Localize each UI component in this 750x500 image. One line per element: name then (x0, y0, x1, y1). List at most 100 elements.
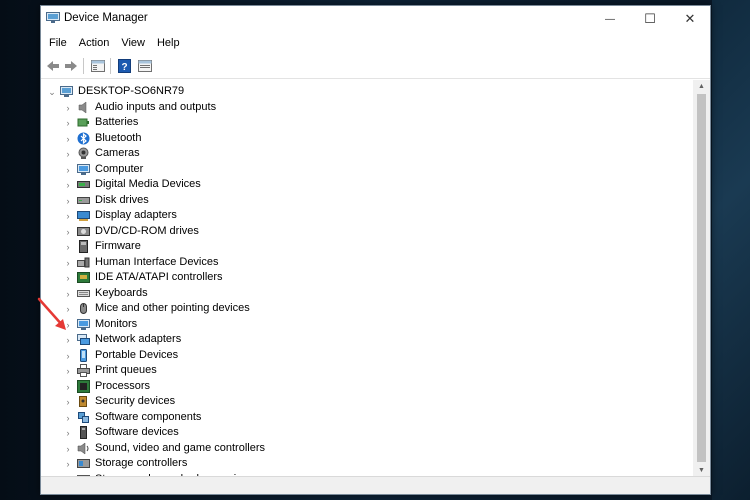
bluetooth-icon (77, 132, 90, 145)
window-title: Device Manager (64, 12, 148, 24)
tree-node-label: Sound, video and game controllers (95, 441, 265, 454)
tree-category-node[interactable]: › Disk drives (41, 193, 681, 209)
device-tree[interactable]: ⌄ DESKTOP-SO6NR79 › Audio inputs and output… (41, 80, 693, 476)
tree-node-label: Print queues (95, 364, 157, 376)
tree-category-node[interactable]: › Portable Devices (41, 348, 681, 364)
toolbar-separator (83, 58, 84, 74)
tree-node-label: Monitors (95, 317, 138, 330)
tree-node-label: Firmware (95, 240, 141, 252)
chevron-right-icon[interactable]: › (63, 397, 73, 407)
tree-category-node[interactable]: › IDE ATA/ATAPI controllers (41, 270, 681, 286)
menu-file[interactable]: File (43, 34, 73, 52)
dvd-icon (77, 225, 90, 238)
maximize-icon: ☐ (644, 11, 656, 26)
tree-category-node[interactable]: › Sound, video and game controllers (41, 441, 681, 457)
chevron-right-icon[interactable]: › (63, 382, 73, 392)
device-manager-app-icon (46, 12, 60, 23)
tree-category-node[interactable]: › Network adapters (41, 332, 681, 348)
close-icon: ✕ (684, 11, 696, 26)
tree-category-node[interactable]: › Mice and other pointing devices (41, 301, 681, 317)
tree-node-label: Keyboards (95, 286, 148, 299)
forward-icon[interactable] (63, 58, 79, 74)
scroll-down-icon[interactable]: ▼ (693, 464, 710, 476)
status-bar (41, 476, 710, 494)
menu-action[interactable]: Action (73, 34, 116, 52)
chevron-right-icon[interactable]: › (63, 242, 73, 252)
chevron-right-icon[interactable]: › (63, 103, 73, 113)
tree-category-node[interactable]: › Firmware (41, 239, 681, 255)
tree-node-label: Digital Media Devices (95, 178, 201, 190)
menu-bar: File Action View Help (41, 33, 710, 53)
close-button[interactable]: ✕ (670, 6, 710, 32)
chevron-right-icon[interactable]: › (63, 413, 73, 423)
tree-category-node[interactable]: › Print queues (41, 363, 681, 379)
speaker-icon (77, 101, 90, 114)
properties-icon[interactable] (90, 58, 106, 74)
portable-icon (77, 348, 90, 362)
chevron-right-icon[interactable]: › (63, 258, 73, 268)
tree-category-node[interactable]: › Keyboards (41, 286, 681, 302)
chevron-right-icon[interactable]: › (63, 335, 73, 345)
tree-category-node[interactable]: › Storage controllers (41, 456, 681, 472)
back-icon[interactable] (45, 58, 61, 74)
chevron-right-icon[interactable]: › (63, 428, 73, 438)
tree-node-label: Software devices (95, 426, 179, 438)
desktop-wallpaper (712, 0, 750, 500)
chevron-right-icon[interactable]: › (63, 273, 73, 283)
tree-category-node[interactable]: › Digital Media Devices (41, 177, 681, 193)
battery-icon (77, 116, 90, 129)
tree-node-label: Audio inputs and outputs (95, 100, 217, 113)
chevron-right-icon[interactable]: › (63, 211, 73, 221)
tree-category-node[interactable]: › Security devices (41, 394, 681, 410)
tree-category-node[interactable]: › Batteries (41, 115, 681, 131)
tree-category-node[interactable]: › Cameras (41, 146, 681, 162)
tree-category-node[interactable]: › Software devices (41, 425, 681, 441)
chevron-right-icon[interactable]: › (63, 351, 73, 361)
chevron-right-icon[interactable]: › (63, 444, 73, 454)
chevron-right-icon[interactable]: › (63, 118, 73, 128)
menu-view[interactable]: View (115, 34, 151, 52)
toolbar: ? (41, 54, 710, 79)
tree-category-node[interactable]: › Computer (41, 162, 681, 178)
tree-category-node[interactable]: › Software components (41, 410, 681, 426)
minimize-icon: — (605, 13, 615, 25)
tree-node-label: Computer (95, 162, 144, 175)
tree-category-node[interactable]: › DVD/CD-ROM drives (41, 224, 681, 240)
chevron-down-icon[interactable]: ⌄ (47, 87, 57, 97)
view-icon[interactable] (137, 58, 153, 74)
tree-root-node[interactable]: ⌄ DESKTOP-SO6NR79 (41, 84, 681, 100)
tree-node-label: Processors (95, 379, 151, 392)
device-manager-window: Device Manager — ☐ ✕ File Action View He… (40, 5, 711, 495)
toolbar-separator (110, 58, 111, 74)
tree-category-node[interactable]: › Monitors (41, 317, 681, 333)
tree-category-node[interactable]: › Display adapters (41, 208, 681, 224)
tree-category-node[interactable]: › Bluetooth (41, 131, 681, 147)
maximize-button[interactable]: ☐ (630, 6, 670, 32)
tree-category-node[interactable]: › Audio inputs and outputs (41, 100, 681, 116)
tree-category-node[interactable]: › Human Interface Devices (41, 255, 681, 271)
chevron-right-icon[interactable]: › (63, 180, 73, 190)
sound-icon (77, 442, 90, 455)
tree-node-label: Batteries (95, 116, 139, 128)
camera-icon (77, 147, 90, 160)
scroll-thumb[interactable] (697, 94, 706, 462)
tree-node-label: Portable Devices (95, 348, 179, 361)
keyboard-icon (77, 287, 90, 300)
chevron-right-icon[interactable]: › (63, 165, 73, 175)
chevron-right-icon[interactable]: › (63, 149, 73, 159)
chevron-right-icon[interactable]: › (63, 459, 73, 469)
tree-category-node[interactable]: › Processors (41, 379, 681, 395)
vertical-scrollbar[interactable]: ▲ ▼ (693, 80, 710, 476)
processor-icon (77, 379, 90, 393)
chevron-right-icon[interactable]: › (63, 196, 73, 206)
title-bar[interactable]: Device Manager — ☐ ✕ (41, 6, 710, 32)
minimize-button[interactable]: — (590, 6, 630, 32)
chevron-right-icon[interactable]: › (63, 227, 73, 237)
menu-help[interactable]: Help (151, 34, 186, 52)
scroll-up-icon[interactable]: ▲ (693, 80, 710, 92)
tree-node-label: Security devices (95, 395, 176, 407)
help-icon[interactable]: ? (117, 58, 133, 74)
chevron-right-icon[interactable]: › (63, 366, 73, 376)
chevron-right-icon[interactable]: › (63, 134, 73, 144)
tree-node-label: Mice and other pointing devices (95, 302, 250, 314)
